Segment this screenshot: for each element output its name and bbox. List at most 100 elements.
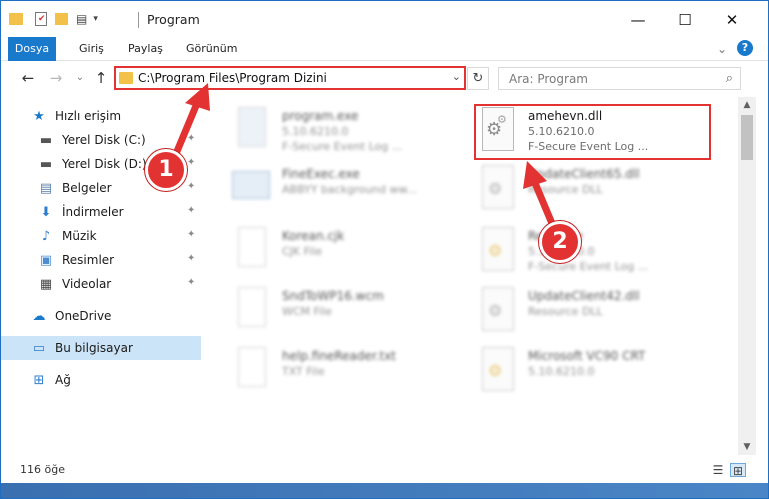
desktop-strip	[1, 483, 768, 498]
drive-icon: ▬	[39, 132, 53, 148]
music-icon: ♪	[41, 228, 51, 244]
computer-icon: ▭	[32, 340, 46, 356]
close-button[interactable]: ✕	[709, 5, 755, 35]
dll-gear-icon: ⚙	[478, 287, 518, 331]
sidebar-item-label: Yerel Disk (C:)	[62, 133, 146, 147]
pin-icon[interactable]: ✦	[187, 229, 195, 240]
up-button[interactable]: ↑	[92, 69, 110, 87]
address-path[interactable]: C:\Program Files\Program Dizini	[138, 71, 327, 85]
list-item[interactable]: SndToWP16.wcm WCM File	[232, 285, 472, 337]
new-folder-icon[interactable]	[55, 13, 68, 25]
documents-icon: ▤	[39, 180, 53, 196]
text-file-icon	[232, 347, 272, 391]
network-icon: ⊞	[33, 372, 45, 388]
sidebar-item-label: OneDrive	[55, 309, 112, 323]
minimize-button[interactable]: —	[615, 5, 661, 35]
file-icon	[232, 287, 272, 331]
tab-share[interactable]: Paylaş	[128, 37, 163, 61]
customize-toolbar-icon[interactable]: ▾	[93, 14, 98, 24]
title-bar: ✔ ▤ ▾ Program — ☐ ✕	[1, 1, 768, 37]
sidebar-item-pictures[interactable]: ▣ Resimler ✦	[1, 248, 201, 272]
sidebar-item-label: Bu bilgisayar	[55, 341, 133, 355]
help-icon[interactable]: ?	[737, 40, 753, 56]
tab-view[interactable]: Görünüm	[186, 37, 237, 61]
item-count: 116 öğe	[20, 463, 65, 476]
recent-locations-button[interactable]: ⌄	[71, 69, 89, 87]
maximize-button[interactable]: ☐	[662, 5, 708, 35]
sidebar-item-label: Yerel Disk (D:)	[62, 157, 147, 171]
folder-icon	[119, 72, 133, 84]
sidebar-item-label: Videolar	[62, 277, 112, 291]
sidebar-item-label: Resimler	[62, 253, 115, 267]
sidebar-item-quick-access[interactable]: ★ Hızlı erişim	[1, 104, 201, 128]
sidebar-item-label: Müzik	[62, 229, 97, 243]
properties-icon[interactable]: ✔	[35, 12, 47, 26]
sidebar-item-downloads[interactable]: ⬇ İndirmeler ✦	[1, 200, 201, 224]
pin-icon[interactable]: ✦	[187, 205, 195, 216]
cloud-icon: ☁	[32, 308, 46, 324]
pictures-icon: ▣	[39, 252, 53, 268]
large-icons-view-icon[interactable]: ⊞	[730, 463, 746, 478]
drive-icon: ▬	[39, 156, 53, 172]
forward-button[interactable]: →	[47, 69, 65, 87]
explorer-window: ✔ ▤ ▾ Program — ☐ ✕ Dosya Giriş Paylaş G…	[0, 0, 769, 499]
list-item[interactable]: Korean.cjk CJK File	[232, 225, 472, 277]
videos-icon: ▦	[39, 276, 53, 292]
sidebar-item-label: Hızlı erişim	[55, 109, 122, 123]
refresh-button[interactable]: ↻	[467, 67, 489, 90]
navigation-bar: ← → ⌄ ↑ C:\Program Files\Program Dizini …	[1, 61, 768, 97]
sidebar-item-onedrive[interactable]: ☁ OneDrive	[1, 304, 201, 328]
pin-icon[interactable]: ✦	[187, 157, 195, 168]
pin-icon[interactable]: ✦	[187, 133, 195, 144]
view-icon[interactable]: ▤	[76, 12, 87, 26]
file-icon	[232, 227, 272, 271]
window-title: Program	[147, 12, 200, 27]
sidebar-item-videos[interactable]: ▦ Videolar ✦	[1, 272, 201, 296]
scrollbar-thumb[interactable]	[741, 115, 753, 160]
sidebar-item-label: İndirmeler	[62, 205, 124, 219]
list-item[interactable]: program.exe 5.10.6210.0 F-Secure Event L…	[232, 105, 472, 157]
exe-icon	[232, 107, 272, 151]
step-2-badge: 2	[539, 221, 581, 263]
sidebar-item-network[interactable]: ⊞ Ağ	[1, 368, 201, 392]
title-separator	[138, 12, 139, 28]
expand-ribbon-icon[interactable]: ⌄	[717, 37, 727, 61]
scroll-up-icon[interactable]: ▲	[738, 97, 756, 113]
sidebar-item-this-pc[interactable]: ▭ Bu bilgisayar	[1, 336, 201, 360]
list-item[interactable]: ⚙ UpdateClient42.dll Resource DLL	[478, 285, 718, 337]
pin-icon[interactable]: ✦	[187, 277, 195, 288]
vertical-scrollbar[interactable]: ▲ ▼	[738, 97, 756, 455]
sidebar-item-label: Belgeler	[62, 181, 112, 195]
app-window-icon	[232, 165, 272, 209]
download-icon: ⬇	[40, 204, 52, 220]
star-icon: ★	[33, 108, 45, 124]
details-view-icon[interactable]: ☰	[710, 463, 726, 477]
sidebar-item-label: Ağ	[55, 373, 71, 387]
search-placeholder[interactable]: Ara: Program	[509, 72, 588, 86]
ribbon-tabs: Dosya Giriş Paylaş Görünüm ⌄ ?	[1, 37, 768, 89]
status-bar: 116 öğe ☰ ⊞	[1, 457, 768, 483]
list-item[interactable]: help.fineReader.txt TXT File	[232, 345, 472, 397]
pin-icon[interactable]: ✦	[187, 181, 195, 192]
tab-home[interactable]: Giriş	[79, 37, 104, 61]
address-dropdown-icon[interactable]: ⌄	[452, 70, 461, 83]
list-item[interactable]: ⚙ UpdateClient65.dll Resource DLL	[478, 163, 718, 215]
search-box[interactable]: Ara: Program ⌕	[498, 67, 741, 90]
dll-gear-icon: ⚙	[478, 347, 518, 391]
scroll-down-icon[interactable]: ▼	[738, 439, 756, 455]
folder-icon	[9, 13, 23, 25]
list-item[interactable]: ⚙ Resource 5.10.6210.0 F-Secure Event Lo…	[478, 225, 718, 277]
back-button[interactable]: ←	[19, 69, 37, 87]
sidebar-item-music[interactable]: ♪ Müzik ✦	[1, 224, 201, 248]
dll-gear-icon: ⚙	[478, 227, 518, 271]
quick-access-toolbar: ✔ ▤ ▾	[9, 10, 98, 28]
pin-icon[interactable]: ✦	[187, 253, 195, 264]
dll-gear-icon: ⚙	[478, 165, 518, 209]
list-item[interactable]: ⚙ Microsoft VC90 CRT 5.10.6210.0	[478, 345, 718, 397]
target-file-highlight	[474, 104, 711, 160]
step-1-badge: 1	[145, 149, 187, 191]
sidebar-item-local-disk-c[interactable]: ▬ Yerel Disk (C:) ✦	[1, 128, 201, 152]
list-item[interactable]: FineExec.exe ABBYY background ww...	[232, 163, 472, 215]
address-bar[interactable]: C:\Program Files\Program Dizini ⌄	[114, 66, 466, 90]
search-icon[interactable]: ⌕	[726, 71, 733, 86]
